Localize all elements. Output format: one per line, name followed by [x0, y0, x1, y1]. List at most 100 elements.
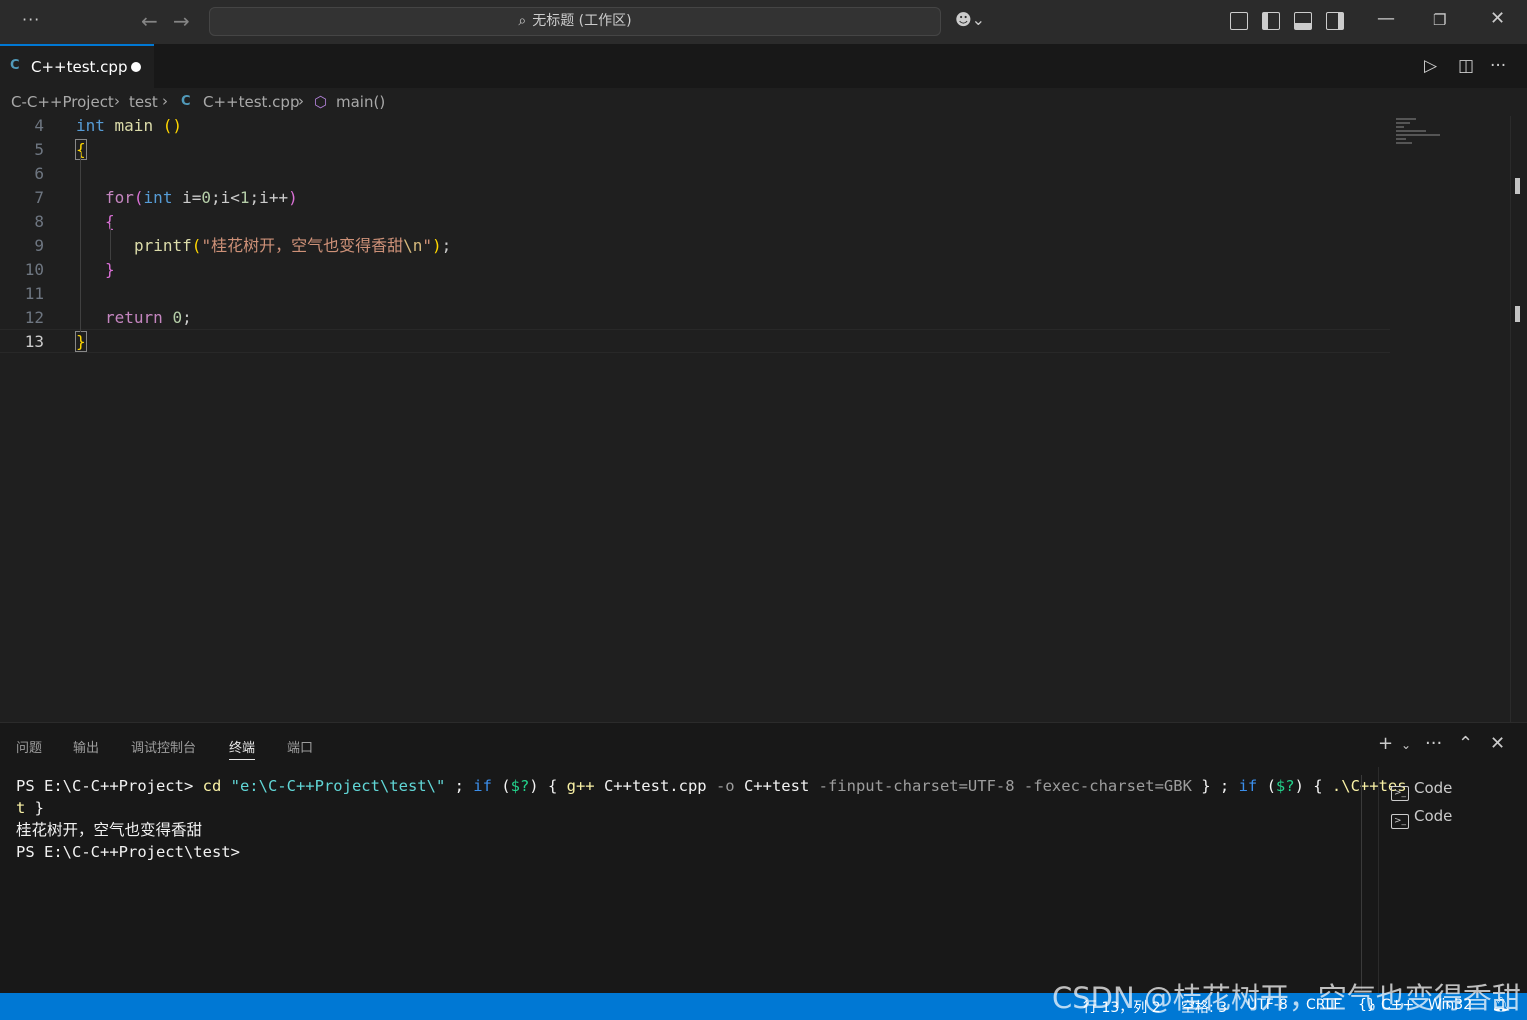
terminal-line: PS E:\C-C++Project\test>: [16, 843, 240, 861]
breadcrumb: C-C++Project › test › C C++test.cpp › ⬡ …: [0, 88, 1527, 116]
bottom-panel: 问题 输出 调试控制台 终端 端口 + ⌄ ··· ⌃ ✕ PS E:\C-C+…: [0, 722, 1527, 994]
terminal-token: if: [1238, 777, 1258, 795]
close-panel-icon[interactable]: ✕: [1490, 733, 1505, 754]
code-editor[interactable]: 4 int main () 5 { 6 7 for(int i=0;i<1;i+…: [0, 116, 1527, 722]
terminal-icon: >_: [1391, 786, 1409, 801]
tab-cpp-file[interactable]: C C++test.cpp: [0, 44, 154, 88]
terminal-token: C++test.cpp: [594, 777, 716, 795]
indent-guide: [110, 224, 111, 260]
close-icon[interactable]: ✕: [1490, 8, 1505, 29]
chevron-right-icon: ›: [162, 92, 168, 110]
code-token: }: [75, 331, 87, 352]
code-line: 11: [0, 284, 1390, 308]
breadcrumb-item-file[interactable]: C++test.cpp: [203, 93, 299, 111]
terminal-token: (: [491, 777, 511, 795]
terminal-token: ) {: [529, 777, 567, 795]
code-token: for: [105, 188, 134, 207]
line-number: 5: [34, 140, 44, 159]
terminal-token: ) {: [1294, 777, 1332, 795]
minimize-icon[interactable]: —: [1377, 8, 1395, 29]
forward-arrow-icon[interactable]: →: [173, 9, 190, 33]
terminal-line: t }: [16, 797, 1361, 819]
tab-problems[interactable]: 问题: [16, 737, 42, 756]
vertical-scrollbar[interactable]: [1510, 116, 1511, 722]
terminal-instance-item[interactable]: >_ Code: [1391, 807, 1452, 829]
command-center-search[interactable]: ⌕ 无标题 (工作区): [209, 7, 941, 36]
code-token: ;: [441, 236, 452, 255]
breadcrumb-item-folder[interactable]: test: [129, 93, 158, 111]
code-line: 8 {: [0, 212, 1390, 236]
scrollbar-marker: [1515, 306, 1520, 322]
more-actions-icon[interactable]: ···: [1425, 733, 1442, 754]
code-line: 7 for(int i=0;i<1;i++): [0, 188, 1390, 212]
copilot-icon[interactable]: ☻⌄: [955, 10, 985, 29]
toggle-secondary-sidebar-icon[interactable]: [1326, 12, 1344, 30]
code-line: 10 }: [0, 260, 1390, 284]
minimap[interactable]: [1396, 116, 1506, 156]
terminal-instance-label: Code: [1414, 807, 1453, 825]
terminal-token: -finput-charset=UTF-8 -fexec-charset=GBK: [818, 777, 1192, 795]
terminal-output[interactable]: PS E:\C-C++Project> cd "e:\C-C++Project\…: [16, 775, 1407, 863]
unsaved-dot-icon[interactable]: [131, 62, 141, 72]
terminal-instance-label: Code: [1414, 779, 1453, 797]
tab-debug-console[interactable]: 调试控制台: [131, 737, 196, 756]
tab-ports[interactable]: 端口: [287, 737, 313, 756]
terminal-scrollbar[interactable]: [1361, 775, 1362, 990]
terminal-token: }: [25, 799, 45, 817]
restore-icon[interactable]: ❐: [1433, 11, 1446, 29]
terminal-icon: >_: [1391, 814, 1409, 829]
chevron-down-icon[interactable]: ⌄: [1401, 738, 1411, 752]
terminal-token: -o: [715, 777, 735, 795]
toggle-panel-icon[interactable]: [1294, 12, 1312, 30]
more-actions-icon[interactable]: ···: [1490, 56, 1506, 76]
breadcrumb-item-project[interactable]: C-C++Project: [11, 93, 114, 111]
code-token: int: [76, 116, 105, 135]
terminal-token: "e:\C-C++Project\test\": [221, 777, 446, 795]
code-token: 0: [172, 308, 183, 327]
line-number: 13: [24, 332, 44, 351]
terminal-token: $?: [1275, 777, 1295, 795]
code-token: }: [105, 260, 115, 279]
code-token: return: [105, 308, 163, 327]
code-token: 0: [201, 188, 211, 207]
customize-layout-icon[interactable]: [1230, 12, 1248, 30]
terminal-line: 桂花树开，空气也变得香甜: [16, 821, 203, 839]
back-arrow-icon[interactable]: ←: [141, 9, 158, 33]
editor-tab-bar: C C++test.cpp ▷ ◫ ···: [0, 44, 1527, 88]
chevron-right-icon: ›: [114, 92, 120, 110]
code-token: ): [288, 188, 298, 207]
line-number: 9: [34, 236, 44, 255]
terminal-token: if: [473, 777, 492, 795]
maximize-panel-icon[interactable]: ⌃: [1458, 733, 1473, 754]
code-token: (): [162, 116, 182, 135]
code-token: ): [431, 236, 442, 255]
line-number: 10: [24, 260, 44, 279]
terminal-token: t: [16, 799, 26, 817]
terminal-instance-item[interactable]: >_ Code: [1391, 779, 1452, 801]
terminal-token: (: [1257, 777, 1276, 795]
code-token: int: [143, 188, 173, 207]
more-menu-icon[interactable]: ···: [22, 10, 40, 29]
new-terminal-icon[interactable]: +: [1378, 733, 1393, 754]
tab-terminal[interactable]: 终端: [229, 737, 256, 760]
indent-guide: [80, 152, 81, 332]
scrollbar-marker: [1515, 178, 1520, 194]
tab-label: C++test.cpp: [31, 58, 128, 76]
code-line: 9 printf("桂花树开，空气也变得香甜\n");: [0, 236, 1390, 260]
tab-output[interactable]: 输出: [73, 737, 99, 756]
search-icon: ⌕: [518, 13, 527, 29]
split-editor-icon[interactable]: ◫: [1458, 56, 1474, 76]
title-bar: ··· ← → ⌕ 无标题 (工作区) ☻⌄ — ❐ ✕: [0, 0, 1527, 44]
code-line: 5 {: [0, 139, 1390, 164]
toggle-primary-sidebar-icon[interactable]: [1262, 12, 1280, 30]
code-token: 1: [239, 188, 250, 207]
chevron-right-icon: ›: [298, 92, 304, 110]
function-symbol-icon: ⬡: [314, 93, 328, 111]
search-label: 无标题 (工作区): [532, 13, 632, 29]
run-icon[interactable]: ▷: [1424, 56, 1437, 76]
terminal-token: cd: [202, 777, 222, 795]
terminal-token: ;: [445, 777, 474, 795]
code-token: (: [133, 188, 144, 207]
breadcrumb-item-function[interactable]: main(): [336, 93, 385, 111]
terminal-token: C++test: [734, 777, 819, 795]
